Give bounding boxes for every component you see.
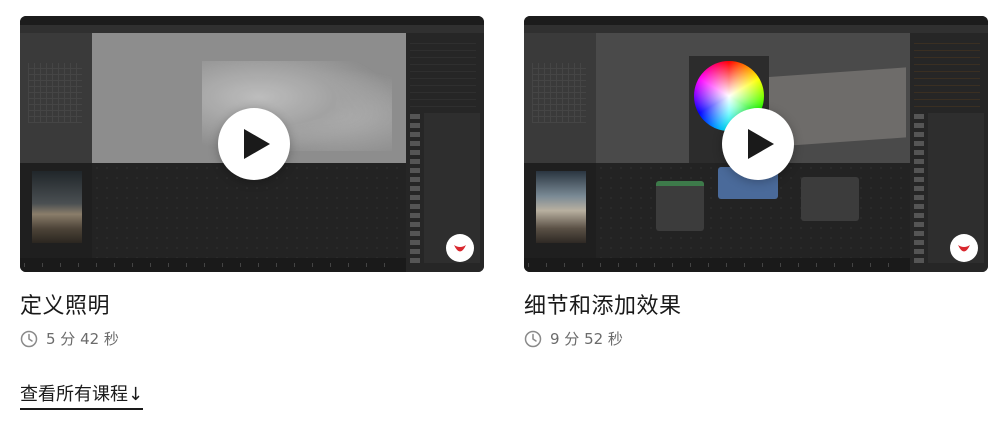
blender-right-panel (910, 33, 988, 272)
course-duration: 9 分 52 秒 (524, 328, 623, 349)
course-title[interactable]: 细节和添加效果 (524, 288, 682, 320)
blender-right-panel (406, 33, 484, 272)
clock-icon (524, 330, 542, 347)
clock-icon (20, 330, 38, 347)
play-button[interactable] (218, 108, 290, 180)
blender-left-panel (524, 33, 596, 163)
course-card: 定义照明 5 分 42 秒 (20, 16, 484, 348)
blender-image-preview (524, 163, 596, 258)
brand-logo-icon (950, 234, 978, 262)
course-duration: 5 分 42 秒 (20, 328, 119, 349)
blender-topbar (524, 16, 988, 25)
node-box (801, 177, 859, 221)
blender-toolbar (524, 25, 988, 33)
blender-timeline (20, 258, 406, 272)
node-box (656, 181, 704, 231)
course-card: 细节和添加效果 9 分 52 秒 (524, 16, 988, 348)
brand-logo-icon (446, 234, 474, 262)
blender-topbar (20, 16, 484, 25)
duration-text: 5 分 42 秒 (46, 330, 119, 348)
play-button[interactable] (722, 108, 794, 180)
video-thumbnail[interactable] (20, 16, 484, 272)
blender-left-panel (20, 33, 92, 163)
video-thumbnail[interactable] (524, 16, 988, 272)
blender-image-preview (20, 163, 92, 258)
blender-toolbar (20, 25, 484, 33)
blender-timeline (524, 258, 910, 272)
duration-text: 9 分 52 秒 (550, 330, 623, 348)
course-title[interactable]: 定义照明 (20, 288, 110, 320)
play-icon (244, 129, 270, 159)
play-icon (748, 129, 774, 159)
view-all-courses-link[interactable]: 查看所有课程↓ (20, 380, 144, 410)
